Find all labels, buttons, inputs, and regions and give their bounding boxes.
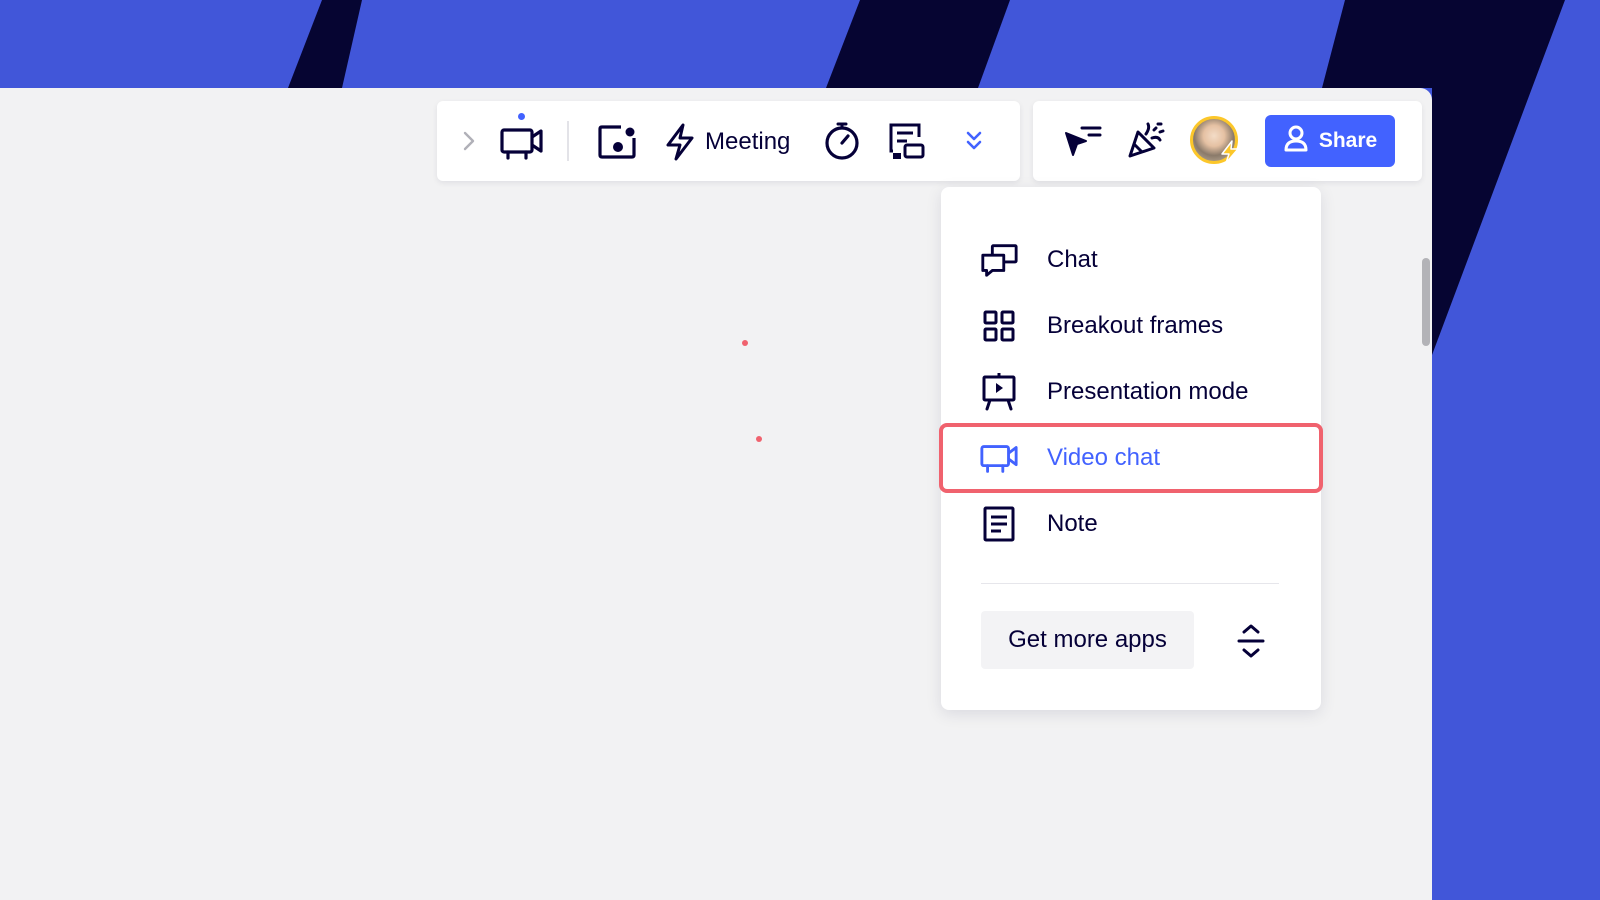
menu-item-chat[interactable]: Chat (941, 227, 1321, 293)
presentation-icon (979, 373, 1019, 411)
grid-icon (979, 307, 1019, 345)
toolbar-separator (567, 121, 569, 161)
menu-item-label: Video chat (1047, 444, 1160, 471)
note-icon (979, 505, 1019, 543)
cursor-dot (756, 436, 762, 442)
chat-icon (979, 241, 1019, 279)
menu-item-label: Presentation mode (1047, 378, 1249, 405)
reorder-icon[interactable] (1233, 623, 1269, 659)
apps-dropdown-menu: Chat Breakout frames Presentation mode V… (939, 187, 1323, 710)
menu-item-video-chat[interactable]: Video chat (939, 423, 1323, 493)
menu-item-label: Breakout frames (1047, 312, 1224, 339)
avatar[interactable] (1190, 116, 1239, 164)
vertical-scrollbar[interactable] (1422, 258, 1430, 346)
menu-item-presentation-mode[interactable]: Presentation mode (941, 359, 1321, 425)
lightning-icon (663, 122, 697, 162)
meeting-label: Meeting (705, 128, 791, 155)
video-camera-icon[interactable] (497, 121, 547, 165)
menu-item-breakout-frames[interactable]: Breakout frames (941, 293, 1321, 359)
presentation-board-icon[interactable] (885, 119, 929, 165)
share-button[interactable]: Share (1265, 115, 1395, 167)
double-chevron-down-icon[interactable] (961, 127, 987, 155)
cursor-dot (742, 340, 748, 346)
share-label: Share (1318, 129, 1378, 152)
active-indicator (518, 113, 525, 120)
menu-item-note[interactable]: Note (941, 491, 1321, 557)
collaboration-toolbar: Meeting (437, 101, 1020, 181)
user-icon (1283, 124, 1309, 158)
chevron-right-icon[interactable] (459, 127, 479, 155)
user-toolbar: Share (1033, 101, 1422, 181)
screen-record-icon[interactable] (595, 121, 639, 163)
lightning-badge-icon (1219, 140, 1241, 169)
menu-divider (981, 583, 1279, 584)
board-canvas[interactable]: Meeting Share Chat Breakout frames Prese… (0, 88, 1432, 900)
cursor-reactions-icon[interactable] (1061, 121, 1105, 163)
menu-item-label: Note (1047, 510, 1098, 537)
meeting-button[interactable]: Meeting (663, 119, 799, 165)
stopwatch-icon[interactable] (821, 119, 863, 163)
party-popper-icon[interactable] (1123, 119, 1167, 163)
menu-item-label: Chat (1047, 246, 1098, 273)
video-chat-icon (979, 439, 1019, 477)
get-more-apps-button[interactable]: Get more apps (981, 611, 1194, 669)
